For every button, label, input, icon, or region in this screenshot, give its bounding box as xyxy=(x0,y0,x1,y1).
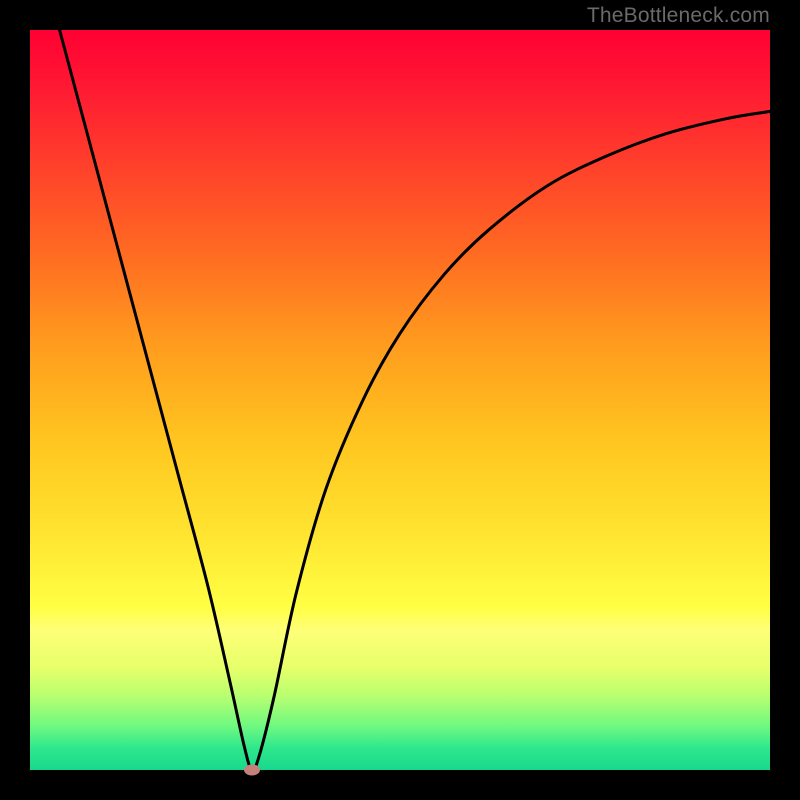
bottleneck-curve xyxy=(60,30,770,770)
chart-frame: TheBottleneck.com xyxy=(0,0,800,800)
plot-area xyxy=(30,30,770,770)
minimum-marker xyxy=(244,765,260,776)
curve-svg xyxy=(30,30,770,770)
watermark-text: TheBottleneck.com xyxy=(587,4,770,28)
